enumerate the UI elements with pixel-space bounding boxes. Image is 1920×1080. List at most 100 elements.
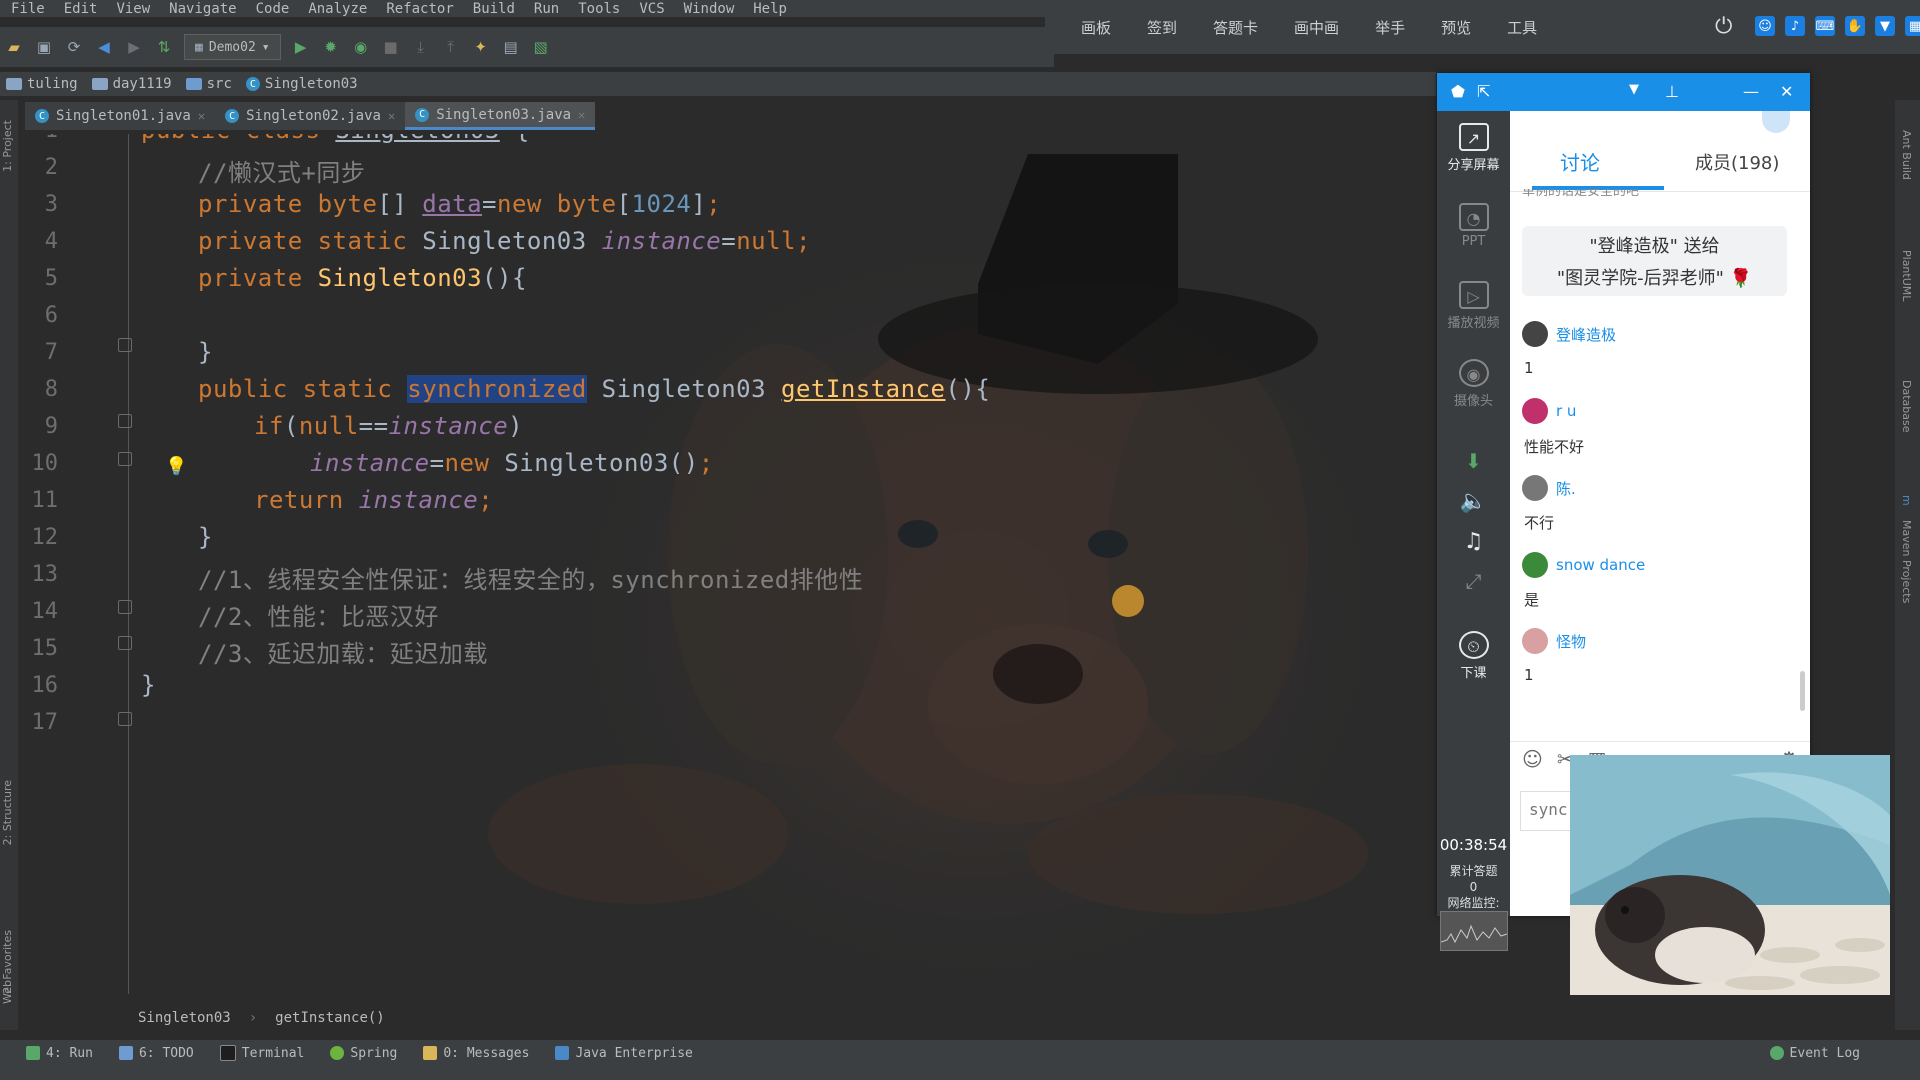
menu-help[interactable]: Help bbox=[753, 1, 787, 17]
chevron-down-icon[interactable]: ▼ bbox=[1629, 82, 1639, 97]
plantuml-tool-button[interactable]: PlantUML bbox=[1900, 250, 1913, 301]
chat-user[interactable]: 登峰造极 bbox=[1522, 321, 1616, 347]
menu-view[interactable]: View bbox=[116, 1, 150, 17]
keyboard-icon[interactable]: ⌨ bbox=[1815, 16, 1835, 36]
minimize-icon[interactable]: — bbox=[1743, 82, 1759, 101]
share-screen-button[interactable]: ↗ 分享屏幕 bbox=[1437, 123, 1510, 173]
maven-tool-button[interactable]: Maven Projects bbox=[1900, 520, 1913, 603]
run-icon[interactable]: ▶ bbox=[291, 37, 311, 57]
run-config-select[interactable]: ▦ Demo02 ▾ bbox=[184, 34, 281, 60]
menu-window[interactable]: Window bbox=[684, 1, 735, 17]
menu-analyze[interactable]: Analyze bbox=[308, 1, 367, 17]
messages-tool-button[interactable]: 0: Messages bbox=[423, 1046, 529, 1061]
play-video-button[interactable]: ▷ 播放视频 bbox=[1437, 281, 1510, 331]
tab-singleton02[interactable]: C Singleton02.java ✕ bbox=[215, 102, 406, 130]
vcs-commit-icon[interactable]: ⤒ bbox=[441, 37, 461, 57]
crumb-method[interactable]: getInstance() bbox=[275, 1010, 385, 1026]
project-tool-button[interactable]: 1: Project bbox=[1, 120, 14, 172]
fold-marker[interactable] bbox=[118, 600, 132, 614]
chat-user[interactable]: snow dance bbox=[1522, 552, 1645, 578]
ant-build-tool-button[interactable]: Ant Build bbox=[1900, 130, 1913, 180]
close-icon[interactable]: ✕ bbox=[1780, 82, 1793, 101]
spring-tool-button[interactable]: Spring bbox=[330, 1046, 397, 1061]
save-icon[interactable]: ▣ bbox=[34, 37, 54, 57]
tab-singleton03[interactable]: C Singleton03.java ✕ bbox=[405, 102, 596, 130]
menu-file[interactable]: File bbox=[11, 1, 45, 17]
breadcrumb-src[interactable]: src bbox=[185, 76, 238, 92]
answer-card-button[interactable]: 答题卡 bbox=[1213, 17, 1258, 38]
ppt-button[interactable]: ◔ PPT bbox=[1437, 203, 1510, 249]
tab-discussion[interactable]: 讨论 bbox=[1560, 147, 1600, 176]
share-out-icon[interactable]: ⇱ bbox=[1477, 82, 1490, 101]
todo-tool-button[interactable]: 6: TODO bbox=[118, 1046, 194, 1061]
open-folder-icon[interactable]: ▰ bbox=[4, 37, 24, 57]
fold-marker[interactable] bbox=[118, 452, 132, 466]
coverage-icon[interactable]: ◉ bbox=[351, 37, 371, 57]
tab-singleton01[interactable]: C Singleton01.java ✕ bbox=[25, 102, 216, 130]
sign-in-button[interactable]: 签到 bbox=[1147, 17, 1177, 38]
event-log-tool-button[interactable]: Event Log bbox=[1769, 1046, 1860, 1061]
microphone-icon[interactable]: ♪ bbox=[1785, 16, 1805, 36]
music-icon[interactable]: ♫ bbox=[1437, 529, 1510, 554]
project-structure-icon[interactable]: ▤ bbox=[501, 37, 521, 57]
hand-icon[interactable]: ✋ bbox=[1845, 16, 1865, 36]
raise-hand-button[interactable]: 举手 bbox=[1375, 17, 1405, 38]
end-class-button[interactable]: ⏲ 下课 bbox=[1437, 631, 1510, 681]
sync-icon[interactable]: ⟳ bbox=[64, 37, 84, 57]
maven-icon[interactable]: m bbox=[1900, 495, 1913, 506]
menu-vcs[interactable]: VCS bbox=[639, 1, 664, 17]
settings-wrench-icon[interactable]: ✦ bbox=[471, 37, 491, 57]
close-icon[interactable]: ✕ bbox=[198, 109, 205, 123]
tools-button[interactable]: 工具 bbox=[1507, 17, 1537, 38]
web-tool-button[interactable]: Web bbox=[1, 980, 14, 1004]
picture-in-picture-button[interactable]: 画中画 bbox=[1294, 17, 1339, 38]
power-icon[interactable]: ⏻ bbox=[1715, 14, 1732, 39]
fold-marker[interactable] bbox=[118, 414, 132, 428]
chat-user[interactable]: 怪物 bbox=[1522, 628, 1586, 654]
debug-icon[interactable]: ✹ bbox=[321, 37, 341, 57]
shield-icon[interactable]: ⬟ bbox=[1451, 82, 1465, 101]
tab-members[interactable]: 成员(198) bbox=[1695, 149, 1779, 175]
menu-refactor[interactable]: Refactor bbox=[386, 1, 453, 17]
fold-marker[interactable] bbox=[118, 338, 132, 352]
speaker-icon[interactable]: 🔈 bbox=[1437, 489, 1510, 514]
menu-code[interactable]: Code bbox=[256, 1, 290, 17]
fullscreen-icon[interactable]: ⤢ bbox=[1437, 569, 1510, 593]
pin-icon[interactable]: ⊥ bbox=[1665, 82, 1679, 101]
crumb-class[interactable]: Singleton03 bbox=[138, 1010, 231, 1026]
back-icon[interactable]: ◀ bbox=[94, 37, 114, 57]
fold-marker[interactable] bbox=[118, 636, 132, 650]
forward-icon[interactable]: ▶ bbox=[124, 37, 144, 57]
vcs-update-icon[interactable]: ⤓ bbox=[411, 37, 431, 57]
menu-edit[interactable]: Edit bbox=[64, 1, 98, 17]
breadcrumb-class[interactable]: C Singleton03 bbox=[245, 76, 364, 92]
sdk-icon[interactable]: ▧ bbox=[531, 37, 551, 57]
breadcrumb-module[interactable]: day1119 bbox=[91, 76, 178, 92]
stop-icon[interactable]: ■ bbox=[381, 37, 401, 57]
close-icon[interactable]: ✕ bbox=[578, 108, 585, 122]
build-icon[interactable]: ⇅ bbox=[154, 37, 174, 57]
camera-button[interactable]: ◉ 摄像头 bbox=[1437, 359, 1510, 409]
menu-run[interactable]: Run bbox=[534, 1, 559, 17]
shirt-icon[interactable]: ▼ bbox=[1875, 16, 1895, 36]
chat-scrollbar[interactable] bbox=[1800, 671, 1805, 711]
breadcrumb-project[interactable]: tuling bbox=[6, 76, 84, 92]
java-enterprise-tool-button[interactable]: Java Enterprise bbox=[555, 1046, 693, 1061]
fold-marker[interactable] bbox=[118, 712, 132, 726]
menu-navigate[interactable]: Navigate bbox=[169, 1, 236, 17]
database-tool-button[interactable]: Database bbox=[1900, 380, 1913, 433]
terminal-tool-button[interactable]: Terminal bbox=[219, 1045, 304, 1061]
menu-build[interactable]: Build bbox=[473, 1, 515, 17]
preview-button[interactable]: 预览 bbox=[1441, 17, 1471, 38]
emoji-icon[interactable]: ☺ bbox=[1522, 747, 1543, 771]
run-tool-button[interactable]: 4: Run bbox=[26, 1046, 93, 1061]
close-icon[interactable]: ✕ bbox=[388, 109, 395, 123]
mic-level-icon[interactable]: ⬇ bbox=[1437, 449, 1510, 473]
whiteboard-button[interactable]: 画板 bbox=[1081, 17, 1111, 38]
chat-user[interactable]: r u bbox=[1522, 398, 1576, 424]
lightbulb-icon[interactable]: 💡 bbox=[165, 456, 187, 477]
code-editor[interactable]: 1 2 3 4 5 6 7 8 9 10 11 12 13 14 15 16 1… bbox=[18, 134, 1430, 994]
smile-icon[interactable]: ☺ bbox=[1755, 16, 1775, 36]
menu-tools[interactable]: Tools bbox=[578, 1, 620, 17]
grid-icon[interactable]: ▦ bbox=[1905, 16, 1920, 36]
